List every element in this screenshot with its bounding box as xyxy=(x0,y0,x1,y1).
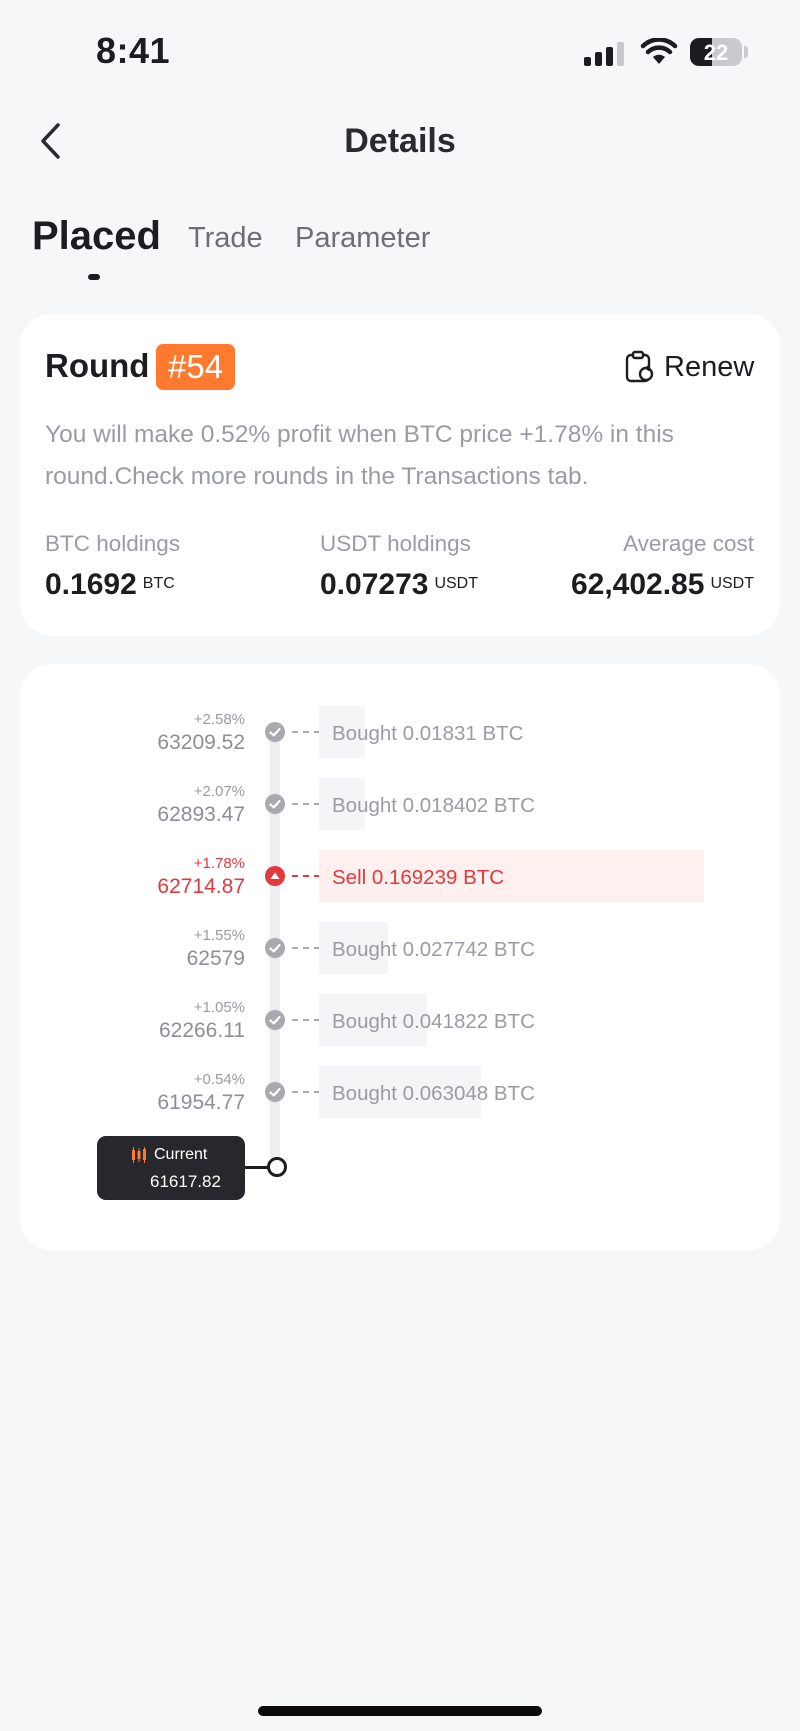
current-price: 61617.82 xyxy=(150,1172,221,1191)
level-percent: +1.05% xyxy=(193,999,245,1016)
check-icon xyxy=(265,938,285,958)
check-icon xyxy=(265,1082,285,1102)
round-number-badge: #54 xyxy=(156,344,236,390)
battery-icon: 22 xyxy=(690,38,742,66)
check-icon xyxy=(265,794,285,814)
check-icon xyxy=(265,722,285,742)
usdt-holdings-value: 0.07273 USDT xyxy=(320,568,479,601)
renew-button[interactable]: Renew xyxy=(624,350,754,384)
clipboard-refresh-icon xyxy=(625,350,654,383)
current-connector xyxy=(245,1166,269,1169)
battery-cap xyxy=(744,46,748,58)
home-indicator[interactable] xyxy=(258,1706,542,1716)
current-label: Current xyxy=(130,1146,207,1164)
level-connector xyxy=(292,731,320,733)
status-time: 8:41 xyxy=(96,30,171,71)
btc-holdings-value: 0.1692 BTC xyxy=(45,568,175,601)
tab-parameter[interactable]: Parameter xyxy=(295,222,430,255)
page-title: Details xyxy=(344,122,456,160)
wifi-icon xyxy=(640,38,678,64)
level-price: 61954.77 xyxy=(157,1091,245,1114)
order-label[interactable]: Bought 0.041822 BTC xyxy=(332,1010,535,1034)
level-connector xyxy=(292,1091,320,1093)
current-node xyxy=(267,1157,287,1177)
active-tab-indicator xyxy=(88,274,100,280)
level-price: 62893.47 xyxy=(157,803,245,826)
battery-level: 22 xyxy=(703,40,729,65)
order-label[interactable]: Bought 0.018402 BTC xyxy=(332,794,535,818)
level-percent: +2.58% xyxy=(193,711,245,728)
level-percent: +1.78% xyxy=(193,855,245,872)
check-icon xyxy=(265,1010,285,1030)
average-cost-value: 62,402.85 USDT xyxy=(570,568,754,601)
cellular-signal-icon xyxy=(584,42,624,66)
current-label-text: Current xyxy=(154,1146,208,1163)
level-price: 63209.52 xyxy=(157,731,245,754)
level-percent: +2.07% xyxy=(193,783,245,800)
candlestick-icon xyxy=(132,1147,146,1163)
order-label[interactable]: Bought 0.063048 BTC xyxy=(332,1082,535,1106)
level-price: 62579 xyxy=(186,947,245,970)
order-label[interactable]: Sell 0.169239 BTC xyxy=(332,866,504,890)
level-connector xyxy=(292,803,320,805)
level-connector xyxy=(292,875,320,877)
renew-label: Renew xyxy=(664,350,755,383)
average-cost-label: Average cost xyxy=(623,531,754,556)
level-price: 62714.87 xyxy=(157,875,245,898)
level-price: 62266.11 xyxy=(158,1019,245,1042)
sell-arrow-icon xyxy=(265,866,285,886)
level-connector xyxy=(292,947,320,949)
order-label[interactable]: Bought 0.01831 BTC xyxy=(332,722,523,746)
level-percent: +1.55% xyxy=(193,927,245,944)
tab-placed[interactable]: Placed xyxy=(32,214,161,259)
level-connector xyxy=(292,1019,320,1021)
tab-trade[interactable]: Trade xyxy=(188,222,263,255)
round-description: You will make 0.52% profit when BTC pric… xyxy=(45,421,674,490)
btc-holdings-label: BTC holdings xyxy=(45,531,181,556)
order-label[interactable]: Bought 0.027742 BTC xyxy=(332,938,535,962)
level-percent: +0.54% xyxy=(193,1071,245,1088)
usdt-holdings-label: USDT holdings xyxy=(320,531,471,556)
round-label: Round xyxy=(45,347,150,384)
